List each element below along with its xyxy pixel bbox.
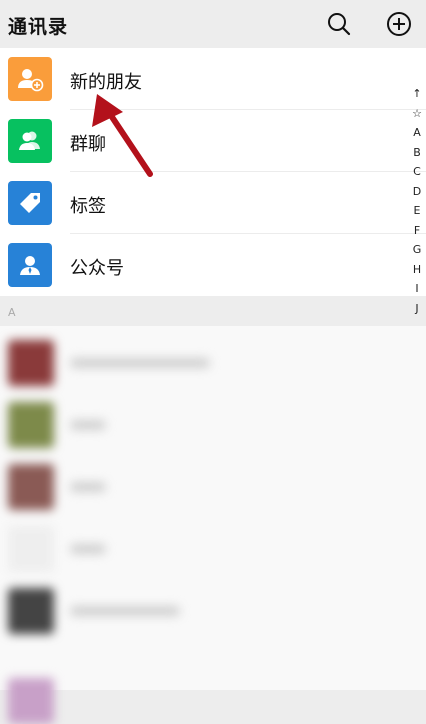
group-icon [8, 119, 52, 163]
contact-row[interactable] [0, 580, 426, 642]
avatar [8, 588, 54, 634]
index-letter[interactable]: C [413, 162, 421, 182]
add-friend-icon [8, 57, 52, 101]
entry-label: 标签 [70, 196, 106, 217]
entry-label: 群聊 [70, 134, 106, 155]
official-account-icon [8, 243, 52, 287]
contact-row[interactable] [0, 456, 426, 518]
entry-group-chats[interactable]: 群聊 [0, 110, 426, 172]
index-letter[interactable]: A [413, 123, 421, 143]
index-letter[interactable]: J [415, 299, 418, 319]
contact-name [70, 420, 106, 430]
top-bar: 通讯录 [0, 0, 426, 48]
plus-circle-icon[interactable] [386, 11, 412, 37]
contact-row[interactable] [0, 518, 426, 580]
index-letter[interactable]: I [415, 279, 418, 299]
index-letter[interactable]: F [414, 221, 420, 241]
tag-icon [8, 181, 52, 225]
index-letter[interactable]: G [413, 240, 422, 260]
entry-tags[interactable]: 标签 [0, 172, 426, 234]
section-header: A [8, 306, 16, 319]
contact-row[interactable] [0, 394, 426, 456]
avatar [8, 402, 54, 448]
page-title: 通讯录 [8, 16, 69, 38]
contact-name [70, 606, 180, 616]
contact-row[interactable] [0, 650, 426, 724]
contact-name [70, 544, 106, 554]
index-star[interactable]: ☆ [412, 104, 422, 124]
entry-label: 新的朋友 [70, 72, 142, 93]
contact-list [0, 326, 426, 724]
index-letter[interactable]: D [413, 182, 421, 202]
contact-name [70, 482, 106, 492]
alphabet-index[interactable]: ↑ ☆ A B C D E F G H I J [408, 84, 426, 318]
avatar [8, 678, 54, 724]
index-letter[interactable]: H [413, 260, 421, 280]
index-top[interactable]: ↑ [412, 84, 421, 104]
avatar [8, 340, 54, 386]
contact-name [70, 358, 210, 368]
entry-label: 公众号 [70, 258, 124, 279]
index-letter[interactable]: B [413, 143, 421, 163]
avatar [8, 464, 54, 510]
entry-official-accounts[interactable]: 公众号 [0, 234, 426, 296]
search-icon[interactable] [326, 11, 352, 37]
contacts-entries: 新的朋友 群聊 标签 公众号 [0, 48, 426, 296]
entry-new-friends[interactable]: 新的朋友 [0, 48, 426, 110]
contact-row[interactable] [0, 332, 426, 394]
avatar [8, 526, 54, 572]
index-letter[interactable]: E [414, 201, 421, 221]
